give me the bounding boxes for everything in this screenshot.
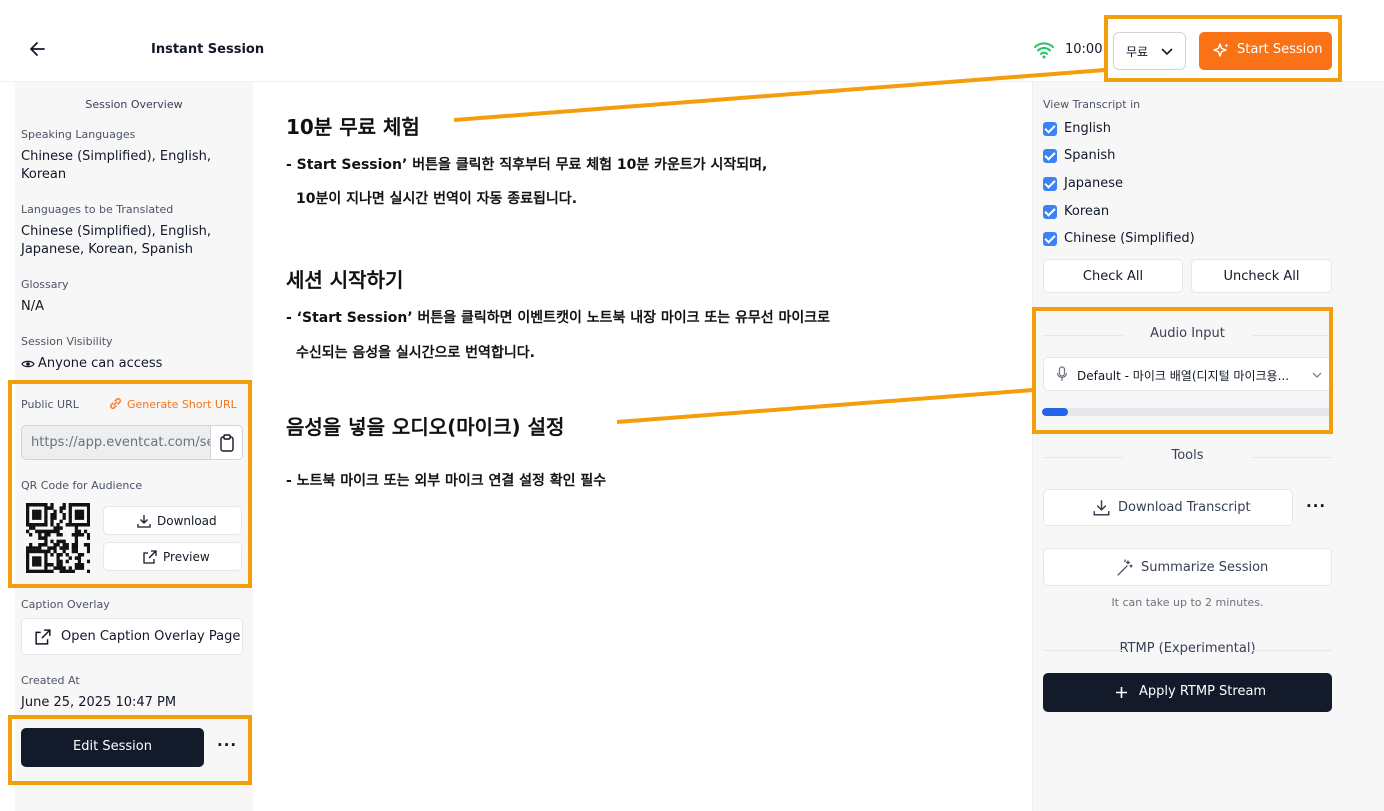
annotation-line-audio [616,388,1034,424]
annotation-line-start [453,68,1106,122]
annotation-lines [453,68,1106,424]
